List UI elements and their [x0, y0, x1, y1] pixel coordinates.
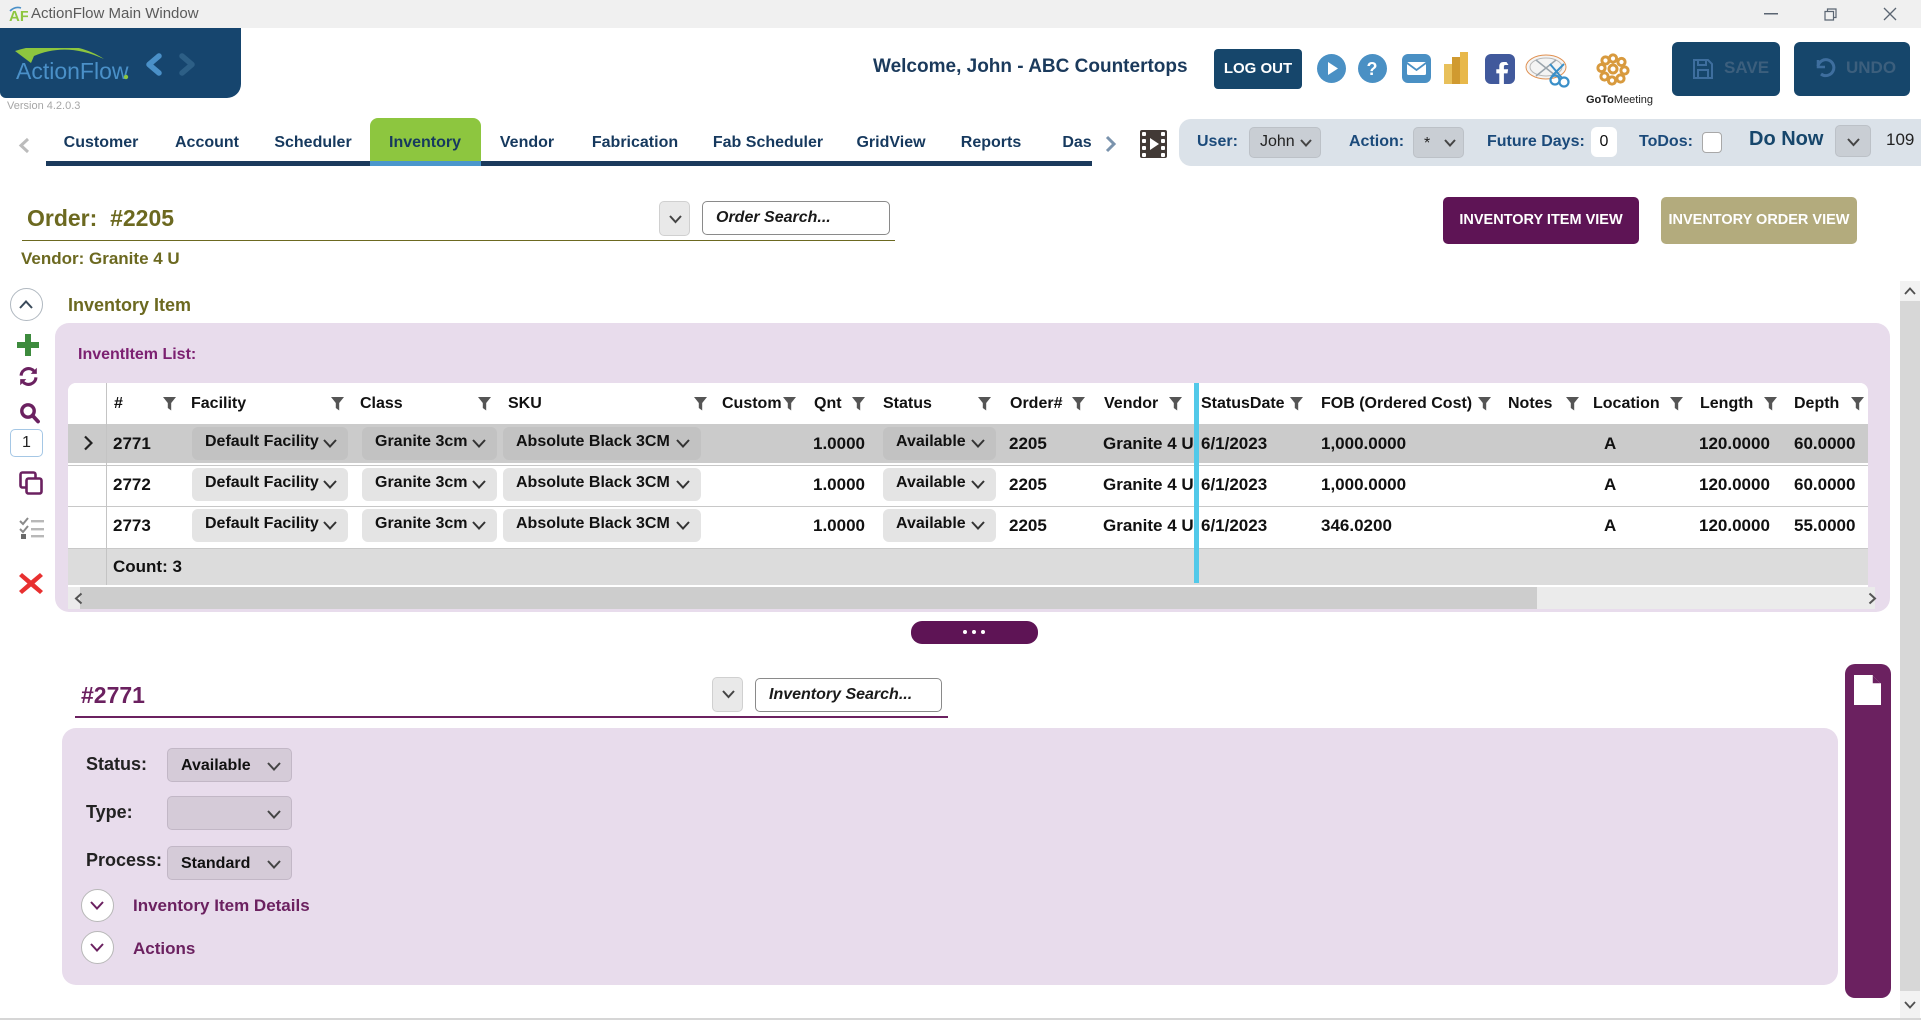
svg-text:?: ? [1367, 59, 1378, 79]
svg-text:ActionFlow: ActionFlow [16, 58, 129, 84]
svg-text:AF: AF [9, 8, 28, 23]
